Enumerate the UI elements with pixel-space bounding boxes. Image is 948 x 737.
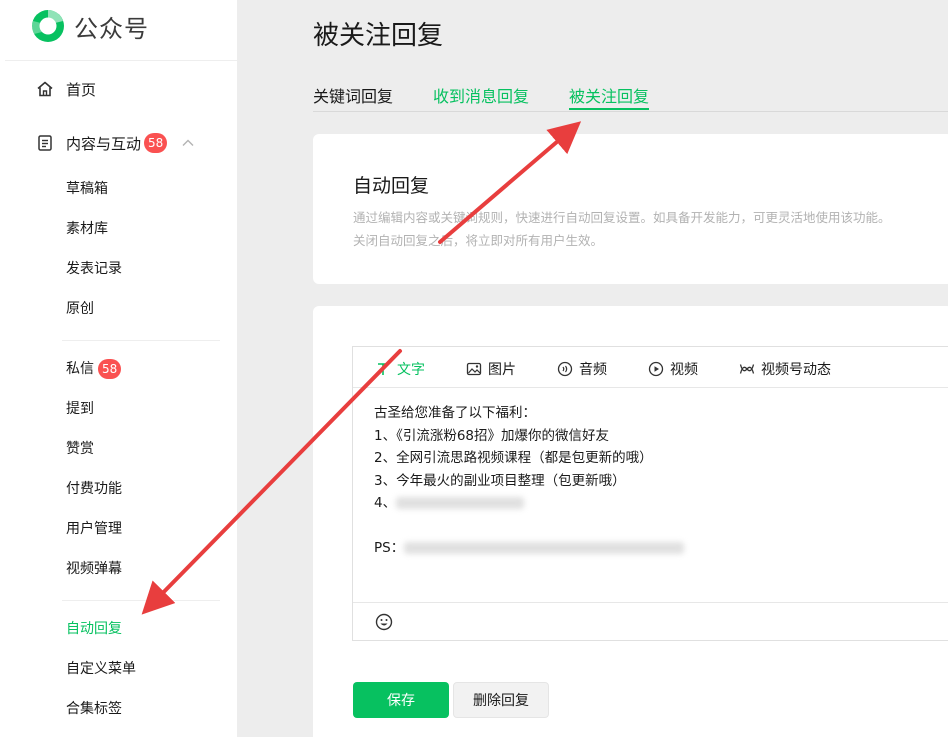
unread-badge: 58 <box>98 359 122 379</box>
content-line: 古圣给您准备了以下福利： <box>374 405 536 421</box>
reply-editor: 文字 图片 音频 视频 视频号动态 古圣给您准备了以下福利： 1、《引流涨粉68… <box>352 346 948 641</box>
description-line: 关闭自动回复之后，将立即对所有用户生效。 <box>353 233 604 248</box>
sidebar-item-label: 视频弹幕 <box>66 561 122 577</box>
sidebar-item-paid-features[interactable]: 付费功能 <box>66 479 122 499</box>
sidebar-item-label: 素材库 <box>66 221 108 237</box>
tool-label: 视频号动态 <box>761 362 831 378</box>
sidebar-item-label: 合集标签 <box>66 701 122 717</box>
tab-keyword-reply[interactable]: 关键词回复 <box>313 83 393 107</box>
divider <box>5 60 237 61</box>
sidebar-item-rewards[interactable]: 赞赏 <box>66 439 94 459</box>
content-line: 4、 <box>374 492 684 515</box>
editor-footer <box>353 602 948 640</box>
sidebar-item-content[interactable]: 内容与互动 58 <box>36 131 195 155</box>
sidebar-item-publish-records[interactable]: 发表记录 <box>66 259 122 279</box>
brand-name: 公众号 <box>74 14 149 43</box>
section-title: 自动回复 <box>353 175 430 197</box>
chevron-up-icon[interactable] <box>181 136 195 150</box>
home-icon <box>37 81 53 97</box>
divider <box>62 600 220 601</box>
sidebar-item-label: 自定义菜单 <box>66 661 136 677</box>
sidebar-item-original[interactable]: 原创 <box>66 299 94 319</box>
document-icon <box>38 135 52 151</box>
sidebar-item-auto-reply[interactable]: 自动回复 <box>66 619 122 639</box>
active-tab-indicator <box>569 108 649 110</box>
tool-label: 音频 <box>579 362 607 378</box>
redacted-text <box>396 497 525 509</box>
section-description: 通过编辑内容或关键词规则，快速进行自动回复设置。如具备开发能力，可更灵活地使用该… <box>353 206 948 252</box>
tool-label: 视频 <box>670 362 698 378</box>
description-line: 通过编辑内容或关键词规则，快速进行自动回复设置。如具备开发能力，可更灵活地使用该… <box>353 210 891 225</box>
sidebar-item-label: 发表记录 <box>66 261 122 277</box>
reply-text-content[interactable]: 古圣给您准备了以下福利： 1、《引流涨粉68招》加爆你的微信好友 2、全网引流思… <box>374 402 685 560</box>
sidebar-item-drafts[interactable]: 草稿箱 <box>66 179 108 199</box>
sidebar-item-mentions[interactable]: 提到 <box>66 399 94 419</box>
tool-audio[interactable]: 音频 <box>557 359 607 379</box>
tool-video[interactable]: 视频 <box>648 359 698 379</box>
sidebar-item-label: 首页 <box>66 80 97 99</box>
line-prefix: PS： <box>374 540 405 556</box>
tool-text[interactable]: 文字 <box>375 359 425 379</box>
sidebar-item-label: 提到 <box>66 401 94 417</box>
sidebar: 公众号 首页 内容与互动 58 草稿箱 素材库 发表记录 原创 私信 58 提到… <box>0 0 237 737</box>
sidebar-item-label: 草稿箱 <box>66 181 108 197</box>
sidebar-item-materials[interactable]: 素材库 <box>66 219 108 239</box>
audio-icon <box>557 361 573 377</box>
sidebar-item-messages[interactable]: 私信 58 <box>66 359 122 379</box>
tab-message-reply[interactable]: 收到消息回复 <box>433 83 529 107</box>
page-title: 被关注回复 <box>313 21 444 51</box>
unread-badge: 58 <box>144 133 168 153</box>
content-line: PS： <box>374 537 685 560</box>
video-icon <box>648 361 664 377</box>
tool-image[interactable]: 图片 <box>466 359 516 379</box>
wechat-official-logo-icon <box>32 10 64 42</box>
sidebar-item-label: 私信 <box>66 361 94 377</box>
content-line: 1、《引流涨粉68招》加爆你的微信好友 <box>374 427 610 444</box>
tool-label: 图片 <box>488 362 516 378</box>
sidebar-item-label: 内容与互动 <box>66 134 142 153</box>
image-icon <box>466 362 482 376</box>
editor-toolbar: 文字 图片 音频 视频 视频号动态 <box>353 347 948 388</box>
sidebar-item-label: 自动回复 <box>66 621 122 637</box>
tabs-divider <box>313 111 948 112</box>
sidebar-item-custom-menu[interactable]: 自定义菜单 <box>66 659 136 679</box>
redacted-text <box>404 542 685 554</box>
content-line: 2、全网引流思路视频课程（都是包更新的哦） <box>374 450 653 466</box>
sidebar-item-video-danmaku[interactable]: 视频弹幕 <box>66 559 122 579</box>
sidebar-item-user-management[interactable]: 用户管理 <box>66 519 122 539</box>
sidebar-item-label: 赞赏 <box>66 441 94 457</box>
sidebar-item-home[interactable]: 首页 <box>36 77 96 101</box>
divider <box>62 340 220 341</box>
sidebar-item-label: 用户管理 <box>66 521 122 537</box>
content-line: 3、今年最火的副业项目整理（包更新哦） <box>374 472 626 489</box>
logo[interactable]: 公众号 <box>30 8 149 44</box>
sidebar-item-label: 原创 <box>66 301 94 317</box>
tool-channels[interactable]: 视频号动态 <box>739 359 831 379</box>
tab-follow-reply[interactable]: 被关注回复 <box>569 83 649 107</box>
text-icon <box>378 363 388 375</box>
delete-reply-button[interactable]: 删除回复 <box>453 682 549 718</box>
sidebar-item-label: 付费功能 <box>66 481 122 497</box>
sidebar-item-collection-tags[interactable]: 合集标签 <box>66 699 122 719</box>
tool-label: 文字 <box>397 362 425 378</box>
save-button[interactable]: 保存 <box>353 682 449 718</box>
channels-icon <box>739 364 755 374</box>
emoji-icon[interactable] <box>375 613 393 631</box>
line-prefix: 4、 <box>374 495 397 511</box>
